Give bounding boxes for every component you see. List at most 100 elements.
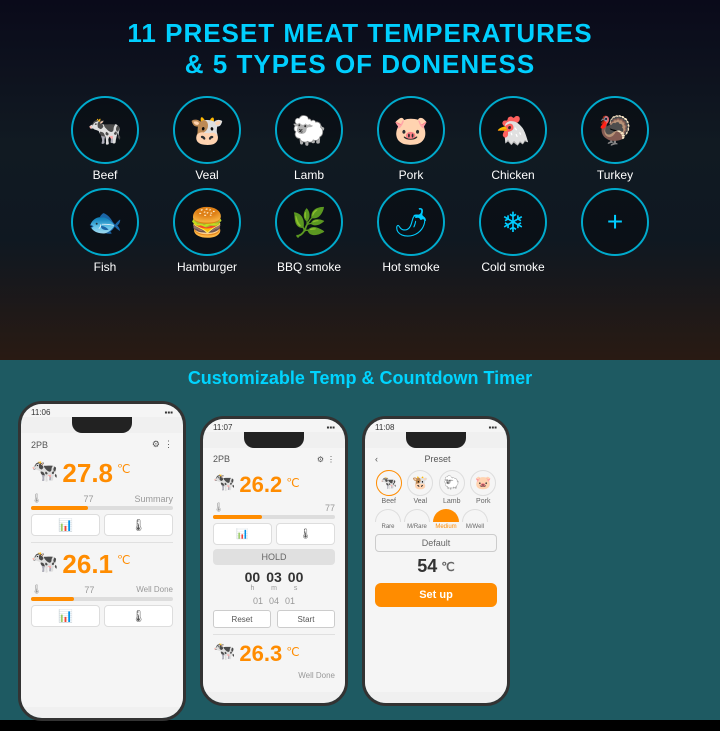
phone1-btn-graph[interactable]: 📊 <box>31 514 100 536</box>
pork-icon: 🐷 <box>377 96 445 164</box>
preset-pork[interactable]: 🐷 Pork <box>470 470 498 505</box>
cold-smoke-label: Cold smoke <box>481 260 544 274</box>
veal-icon: 🐮 <box>173 96 241 164</box>
phone3-default-button[interactable]: Default <box>375 534 497 552</box>
preset-beef-icon: 🐄 <box>376 470 402 496</box>
meat-veal: 🐮 Veal <box>162 96 252 182</box>
preset-veal[interactable]: 🐮 Veal <box>407 470 435 505</box>
phone1-probe2-temp: 26.1 <box>62 549 113 580</box>
preset-veal-icon: 🐮 <box>407 470 433 496</box>
phone1-signal: ▪▪▪ <box>164 408 173 417</box>
phone2-reset-button[interactable]: Reset <box>213 610 271 628</box>
phone-2: 11:07 ▪▪▪ 2PB ⚙⋮ 🐄 26.2 ℃ <box>200 416 348 706</box>
meat-lamb: 🐑 Lamb <box>264 96 354 182</box>
medium-arc <box>433 509 459 522</box>
meat-chicken: 🐔 Chicken <box>468 96 558 182</box>
bbq-smoke-label: BBQ smoke <box>277 260 341 274</box>
veal-label: Veal <box>195 168 218 182</box>
bottom-subtitle: Customizable Temp & Countdown Timer <box>0 360 720 401</box>
phone2-probe1-unit: ℃ <box>286 476 299 490</box>
phone1-probe2-setrow: 🌡 77 Well Done <box>31 584 173 595</box>
phone2-timer-actions: Reset Start <box>213 610 335 628</box>
phone2-start-button[interactable]: Start <box>277 610 335 628</box>
phone1-time: 11:06 <box>31 408 50 417</box>
phone1-probe1-unit: ℃ <box>117 462 130 476</box>
doneness-mwell[interactable]: M/Well <box>462 509 488 530</box>
phone2-slider[interactable] <box>213 515 335 519</box>
phone2-probe2-icon: 🐄 <box>213 641 235 662</box>
phone2-timer-m: 03 m <box>266 569 282 592</box>
preset-beef[interactable]: 🐄 Beef <box>375 470 403 505</box>
phone2-hold-button[interactable]: HOLD <box>213 549 335 565</box>
phone2-timer2: 01 04 01 <box>213 596 335 606</box>
phone2-btn-row: 📊 🌡 <box>213 523 335 545</box>
chicken-icon: 🐔 <box>479 96 547 164</box>
meat-icons-grid: 🐄 Beef 🐮 Veal 🐑 Lamb 🐷 Pork 🐔 Chicken 🦃 <box>20 96 700 274</box>
turkey-icon: 🦃 <box>581 96 649 164</box>
doneness-rare[interactable]: Rare <box>375 509 401 530</box>
phone1-thermo-icon: 🌡 <box>31 493 42 504</box>
phone1-divider <box>31 542 173 543</box>
phone1-probe2-unit: ℃ <box>117 553 130 567</box>
phone2-signal: ▪▪▪ <box>326 423 335 432</box>
phone1-label: 2PB <box>31 440 48 450</box>
fish-icon: 🐟 <box>71 188 139 256</box>
phone1-btn-row2: 📊 🌡 <box>31 605 173 627</box>
phone1-header: 2PB ⚙⋮ <box>31 439 173 450</box>
phone2-probe2-temp: 26.3 <box>239 641 282 667</box>
phone3-status-bar: 11:08 ▪▪▪ <box>365 419 507 432</box>
phone2-btn-graph[interactable]: 📊 <box>213 523 272 545</box>
phone1-btn-graph2[interactable]: 📊 <box>31 605 100 627</box>
page-title: 11 PRESET MEAT TEMPERATURES & 5 TYPES OF… <box>20 18 700 80</box>
hot-smoke-icon: 🌶 <box>377 188 445 256</box>
lamb-icon: 🐑 <box>275 96 343 164</box>
meat-cold-smoke: ❄ Cold smoke <box>468 188 558 274</box>
phone2-probe1-setrow: 🌡 77 <box>213 502 335 513</box>
phone1-probe1-setrow: 🌡 77 Summary <box>31 493 173 504</box>
phone3-temp-unit: ℃ <box>441 560 454 574</box>
phone2-timer-s: 00 s <box>288 569 304 592</box>
phone2-timer: 00 h 03 m 00 s <box>213 569 335 592</box>
phone-1: 11:06 ▪▪▪ 2PB ⚙⋮ 🐄 27.8 ℃ <box>18 401 186 721</box>
phone1-thermo2-icon: 🌡 <box>31 584 42 595</box>
preset-lamb-icon: 🐑 <box>439 470 465 496</box>
meat-hamburger: 🍔 Hamburger <box>162 188 252 274</box>
phone2-probe1-reading: 🐄 26.2 ℃ <box>213 472 335 498</box>
hamburger-icon: 🍔 <box>173 188 241 256</box>
phone3-notch <box>406 432 466 448</box>
phone2-notch <box>244 432 304 448</box>
phone3-back-icon[interactable]: ‹ <box>375 454 378 464</box>
phone1-probe1-reading: 🐄 27.8 ℃ <box>31 458 173 489</box>
meat-add[interactable]: + _ <box>570 188 660 274</box>
phone-3: 11:08 ▪▪▪ ‹ Preset 🐄 Beef <box>362 416 510 706</box>
phone2-probe1-temp: 26.2 <box>239 472 282 498</box>
cold-smoke-icon: ❄ <box>479 188 547 256</box>
phone2-timer-h: 00 h <box>245 569 261 592</box>
add-icon: + <box>581 188 649 256</box>
phone1-slider1[interactable] <box>31 506 173 510</box>
phone1-slider2[interactable] <box>31 597 173 601</box>
phone2-btn-thermo[interactable]: 🌡 <box>276 523 335 545</box>
phone3-preset-header: ‹ Preset <box>375 454 497 464</box>
phone3-temp-input-row: 54 ℃ <box>375 556 497 577</box>
phone3-preset-grid: 🐄 Beef 🐮 Veal 🐑 Lamb 🐷 <box>375 470 497 505</box>
mwell-arc <box>462 509 488 522</box>
turkey-label: Turkey <box>597 168 633 182</box>
doneness-medium[interactable]: Medium <box>433 509 459 530</box>
phone3-setup-button[interactable]: Set up <box>375 583 497 607</box>
phone3-doneness-row: Rare M/Rare Medium M/Well <box>375 509 497 530</box>
preset-lamb[interactable]: 🐑 Lamb <box>438 470 466 505</box>
phone1-btn-thermo2[interactable]: 🌡 <box>104 605 173 627</box>
phone1-probe1-icon: 🐄 <box>31 458 58 484</box>
preset-pork-icon: 🐷 <box>470 470 496 496</box>
doneness-mrare[interactable]: M/Rare <box>404 509 430 530</box>
chicken-label: Chicken <box>491 168 534 182</box>
meats-row-1: 🐄 Beef 🐮 Veal 🐑 Lamb 🐷 Pork 🐔 Chicken 🦃 <box>20 96 700 182</box>
meat-beef: 🐄 Beef <box>60 96 150 182</box>
phone1-probe1-temp: 27.8 <box>62 458 113 489</box>
phone2-divider <box>213 634 335 635</box>
lamb-label: Lamb <box>294 168 324 182</box>
phone1-btn-thermo[interactable]: 🌡 <box>104 514 173 536</box>
fish-label: Fish <box>94 260 117 274</box>
phone2-time: 11:07 <box>213 423 232 432</box>
